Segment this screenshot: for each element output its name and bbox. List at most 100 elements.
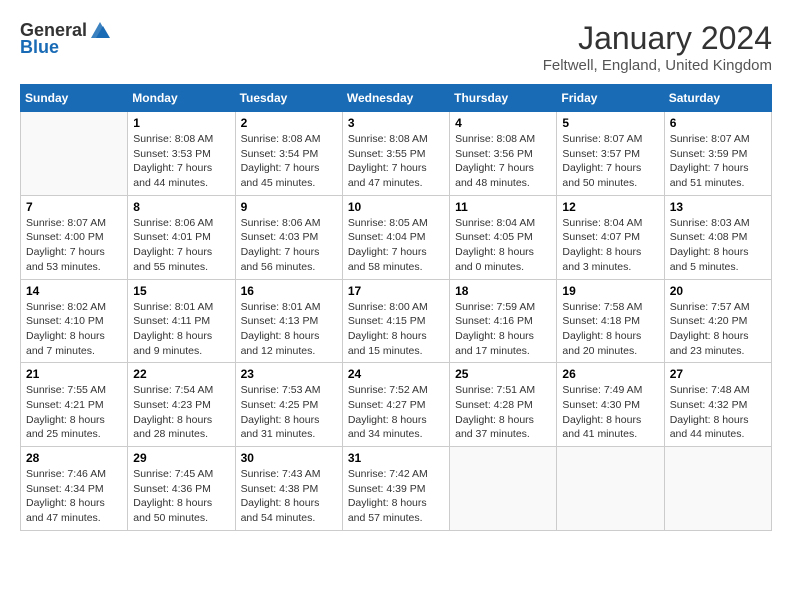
day-info: Sunrise: 7:51 AM Sunset: 4:28 PM Dayligh… <box>455 383 551 442</box>
calendar-day-cell: 10 Sunrise: 8:05 AM Sunset: 4:04 PM Dayli… <box>342 195 449 279</box>
calendar-day-cell: 24 Sunrise: 7:52 AM Sunset: 4:27 PM Dayli… <box>342 363 449 447</box>
day-number: 8 <box>133 200 229 214</box>
day-info: Sunrise: 7:48 AM Sunset: 4:32 PM Dayligh… <box>670 383 766 442</box>
day-number: 26 <box>562 367 658 381</box>
day-number: 21 <box>26 367 122 381</box>
day-info: Sunrise: 7:54 AM Sunset: 4:23 PM Dayligh… <box>133 383 229 442</box>
day-number: 22 <box>133 367 229 381</box>
day-info: Sunrise: 8:07 AM Sunset: 3:59 PM Dayligh… <box>670 132 766 191</box>
day-number: 27 <box>670 367 766 381</box>
calendar-day-cell: 31 Sunrise: 7:42 AM Sunset: 4:39 PM Dayli… <box>342 447 449 531</box>
day-number: 29 <box>133 451 229 465</box>
day-info: Sunrise: 8:07 AM Sunset: 4:00 PM Dayligh… <box>26 216 122 275</box>
month-title: January 2024 <box>543 20 772 57</box>
calendar-day-cell: 16Sunrise: 8:01 AM Sunset: 4:13 PM Dayli… <box>235 279 342 363</box>
calendar-day-cell: 9Sunrise: 8:06 AM Sunset: 4:03 PM Daylig… <box>235 195 342 279</box>
day-number: 24 <box>348 367 444 381</box>
calendar-day-cell: 1 Sunrise: 8:08 AM Sunset: 3:53 PM Daylig… <box>128 112 235 196</box>
day-info: Sunrise: 7:58 AM Sunset: 4:18 PM Dayligh… <box>562 300 658 359</box>
calendar-day-cell: 6 Sunrise: 8:07 AM Sunset: 3:59 PM Daylig… <box>664 112 771 196</box>
calendar-day-cell: 21 Sunrise: 7:55 AM Sunset: 4:21 PM Dayli… <box>21 363 128 447</box>
day-info: Sunrise: 7:59 AM Sunset: 4:16 PM Dayligh… <box>455 300 551 359</box>
calendar-table: Sunday Monday Tuesday Wednesday Thursday… <box>20 84 772 531</box>
day-info: Sunrise: 8:00 AM Sunset: 4:15 PM Dayligh… <box>348 300 444 359</box>
day-info: Sunrise: 7:42 AM Sunset: 4:39 PM Dayligh… <box>348 467 444 526</box>
day-number: 1 <box>133 116 229 130</box>
calendar-week-row: 28 Sunrise: 7:46 AM Sunset: 4:34 PM Dayli… <box>21 447 772 531</box>
day-info: Sunrise: 8:03 AM Sunset: 4:08 PM Dayligh… <box>670 216 766 275</box>
calendar-day-cell: 2 Sunrise: 8:08 AM Sunset: 3:54 PM Daylig… <box>235 112 342 196</box>
header-friday: Friday <box>557 85 664 112</box>
day-number: 14 <box>26 284 122 298</box>
day-info: Sunrise: 7:49 AM Sunset: 4:30 PM Dayligh… <box>562 383 658 442</box>
calendar-day-cell <box>664 447 771 531</box>
day-info: Sunrise: 8:07 AM Sunset: 3:57 PM Dayligh… <box>562 132 658 191</box>
calendar-day-cell: 22 Sunrise: 7:54 AM Sunset: 4:23 PM Dayli… <box>128 363 235 447</box>
day-info: Sunrise: 8:06 AM Sunset: 4:01 PM Dayligh… <box>133 216 229 275</box>
calendar-day-cell: 26 Sunrise: 7:49 AM Sunset: 4:30 PM Dayli… <box>557 363 664 447</box>
calendar-header-row: Sunday Monday Tuesday Wednesday Thursday… <box>21 85 772 112</box>
calendar-week-row: 14Sunrise: 8:02 AM Sunset: 4:10 PM Dayli… <box>21 279 772 363</box>
calendar-day-cell: 15 Sunrise: 8:01 AM Sunset: 4:11 PM Dayli… <box>128 279 235 363</box>
day-number: 4 <box>455 116 551 130</box>
calendar-week-row: 1 Sunrise: 8:08 AM Sunset: 3:53 PM Daylig… <box>21 112 772 196</box>
calendar-day-cell: 12 Sunrise: 8:04 AM Sunset: 4:07 PM Dayli… <box>557 195 664 279</box>
calendar-day-cell <box>21 112 128 196</box>
calendar-day-cell: 18 Sunrise: 7:59 AM Sunset: 4:16 PM Dayli… <box>450 279 557 363</box>
location: Feltwell, England, United Kingdom <box>543 57 772 74</box>
day-info: Sunrise: 7:52 AM Sunset: 4:27 PM Dayligh… <box>348 383 444 442</box>
day-info: Sunrise: 8:08 AM Sunset: 3:54 PM Dayligh… <box>241 132 337 191</box>
header-saturday: Saturday <box>664 85 771 112</box>
day-info: Sunrise: 8:08 AM Sunset: 3:56 PM Dayligh… <box>455 132 551 191</box>
day-number: 17 <box>348 284 444 298</box>
day-number: 30 <box>241 451 337 465</box>
calendar-day-cell: 5 Sunrise: 8:07 AM Sunset: 3:57 PM Daylig… <box>557 112 664 196</box>
calendar-day-cell: 3 Sunrise: 8:08 AM Sunset: 3:55 PM Daylig… <box>342 112 449 196</box>
calendar-day-cell: 25Sunrise: 7:51 AM Sunset: 4:28 PM Dayli… <box>450 363 557 447</box>
day-info: Sunrise: 8:05 AM Sunset: 4:04 PM Dayligh… <box>348 216 444 275</box>
day-number: 23 <box>241 367 337 381</box>
header-wednesday: Wednesday <box>342 85 449 112</box>
day-number: 28 <box>26 451 122 465</box>
calendar-day-cell: 11 Sunrise: 8:04 AM Sunset: 4:05 PM Dayli… <box>450 195 557 279</box>
day-info: Sunrise: 8:04 AM Sunset: 4:07 PM Dayligh… <box>562 216 658 275</box>
day-number: 2 <box>241 116 337 130</box>
calendar-week-row: 21 Sunrise: 7:55 AM Sunset: 4:21 PM Dayli… <box>21 363 772 447</box>
day-info: Sunrise: 7:43 AM Sunset: 4:38 PM Dayligh… <box>241 467 337 526</box>
calendar-day-cell: 27 Sunrise: 7:48 AM Sunset: 4:32 PM Dayli… <box>664 363 771 447</box>
calendar-day-cell: 7 Sunrise: 8:07 AM Sunset: 4:00 PM Daylig… <box>21 195 128 279</box>
logo: General Blue <box>20 20 111 58</box>
day-number: 20 <box>670 284 766 298</box>
day-number: 12 <box>562 200 658 214</box>
day-number: 7 <box>26 200 122 214</box>
day-info: Sunrise: 7:53 AM Sunset: 4:25 PM Dayligh… <box>241 383 337 442</box>
day-number: 31 <box>348 451 444 465</box>
calendar-day-cell: 30 Sunrise: 7:43 AM Sunset: 4:38 PM Dayli… <box>235 447 342 531</box>
day-info: Sunrise: 8:08 AM Sunset: 3:55 PM Dayligh… <box>348 132 444 191</box>
day-number: 11 <box>455 200 551 214</box>
day-info: Sunrise: 7:46 AM Sunset: 4:34 PM Dayligh… <box>26 467 122 526</box>
day-info: Sunrise: 8:04 AM Sunset: 4:05 PM Dayligh… <box>455 216 551 275</box>
day-number: 5 <box>562 116 658 130</box>
calendar-day-cell: 28 Sunrise: 7:46 AM Sunset: 4:34 PM Dayli… <box>21 447 128 531</box>
page-header: General Blue January 2024 Feltwell, Engl… <box>20 20 772 74</box>
day-info: Sunrise: 8:06 AM Sunset: 4:03 PM Dayligh… <box>241 216 337 275</box>
calendar-day-cell <box>450 447 557 531</box>
calendar-day-cell: 14Sunrise: 8:02 AM Sunset: 4:10 PM Dayli… <box>21 279 128 363</box>
day-info: Sunrise: 8:08 AM Sunset: 3:53 PM Dayligh… <box>133 132 229 191</box>
header-thursday: Thursday <box>450 85 557 112</box>
day-number: 6 <box>670 116 766 130</box>
calendar-day-cell: 8 Sunrise: 8:06 AM Sunset: 4:01 PM Daylig… <box>128 195 235 279</box>
day-number: 16 <box>241 284 337 298</box>
day-number: 15 <box>133 284 229 298</box>
day-number: 3 <box>348 116 444 130</box>
calendar-day-cell: 23 Sunrise: 7:53 AM Sunset: 4:25 PM Dayli… <box>235 363 342 447</box>
day-number: 18 <box>455 284 551 298</box>
day-number: 19 <box>562 284 658 298</box>
calendar-day-cell: 13Sunrise: 8:03 AM Sunset: 4:08 PM Dayli… <box>664 195 771 279</box>
day-number: 10 <box>348 200 444 214</box>
day-info: Sunrise: 7:55 AM Sunset: 4:21 PM Dayligh… <box>26 383 122 442</box>
calendar-day-cell: 20Sunrise: 7:57 AM Sunset: 4:20 PM Dayli… <box>664 279 771 363</box>
header-monday: Monday <box>128 85 235 112</box>
day-info: Sunrise: 8:01 AM Sunset: 4:11 PM Dayligh… <box>133 300 229 359</box>
